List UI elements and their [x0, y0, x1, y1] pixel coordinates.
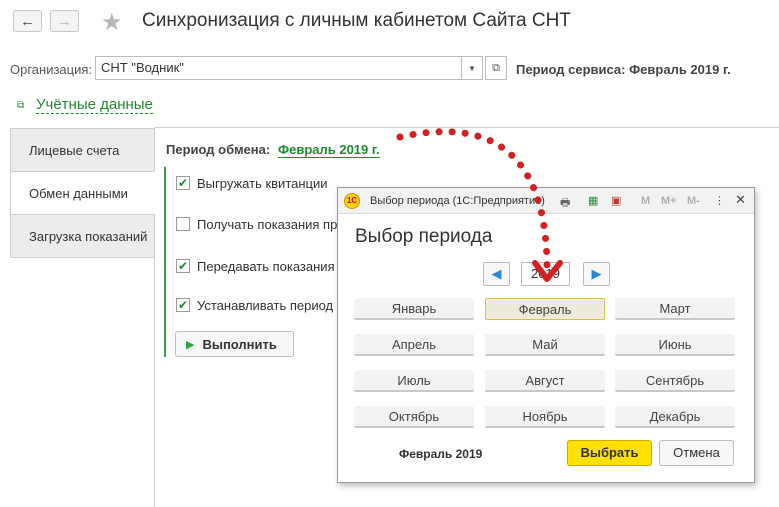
period-dialog: 1С Выбор периода (1С:Предприятие) 🖶 ▦ ▣ …: [337, 187, 755, 483]
checkbox-label: Получать показания пр: [197, 217, 338, 232]
favorite-star-icon[interactable]: ★: [101, 8, 123, 37]
exchange-period-link[interactable]: Февраль 2019 г.: [278, 142, 380, 158]
open-window-icon: ⧉: [492, 61, 500, 74]
arrow-right-icon: →: [57, 12, 72, 30]
menu-icon[interactable]: ⋮: [714, 194, 725, 207]
tab-panel-border: [155, 127, 779, 128]
arrow-left-icon: ←: [20, 12, 35, 30]
checkbox-label: Передавать показания: [197, 259, 335, 274]
tab-label: Загрузка показаний: [29, 229, 148, 244]
cancel-button[interactable]: Отмена: [659, 440, 734, 466]
previous-year-button[interactable]: ◀: [483, 262, 510, 286]
arrow-left-icon: ◀: [491, 266, 502, 281]
close-icon[interactable]: ✕: [735, 192, 746, 208]
checkbox-receive-readings[interactable]: [176, 217, 190, 231]
dialog-heading: Выбор периода: [355, 226, 493, 247]
memory-minus-button[interactable]: M-: [687, 195, 700, 207]
organization-field[interactable]: СНТ "Водник": [95, 56, 462, 80]
month-button[interactable]: Ноябрь: [485, 406, 605, 428]
organization-label: Организация:: [10, 62, 93, 77]
run-button[interactable]: ▶ Выполнить: [175, 331, 294, 357]
print-icon[interactable]: 🖶: [560, 194, 570, 213]
chevron-down-icon: ▼: [468, 63, 476, 73]
period-service-label: Период сервиса: Февраль 2019 г.: [516, 62, 731, 77]
credentials-link[interactable]: Учётные данные: [36, 96, 153, 114]
checkbox-set-period[interactable]: ✔: [176, 298, 190, 312]
page-title: Синхронизация с личным кабинетом Сайта С…: [142, 10, 571, 31]
calculator-icon[interactable]: ▦: [588, 194, 598, 207]
month-button[interactable]: Апрель: [354, 334, 474, 356]
month-button[interactable]: Июль: [354, 370, 474, 392]
organization-open-button[interactable]: ⧉: [485, 56, 507, 80]
checkbox-upload-receipts[interactable]: ✔: [176, 176, 190, 190]
tab-readings-upload[interactable]: Загрузка показаний: [10, 214, 155, 258]
checkmark-icon: ✔: [177, 298, 189, 312]
month-button[interactable]: Декабрь: [615, 406, 735, 428]
calendar-icon[interactable]: ▣: [611, 194, 621, 207]
checkbox-send-readings[interactable]: ✔: [176, 259, 190, 273]
month-button[interactable]: Июнь: [615, 334, 735, 356]
checkbox-label: Устанавливать период: [197, 298, 334, 313]
open-link-icon: ⧉: [17, 100, 25, 111]
month-button[interactable]: Январь: [354, 298, 474, 320]
tab-accounts[interactable]: Лицевые счета: [10, 128, 155, 172]
checkmark-icon: ✔: [177, 176, 189, 190]
tab-data-exchange[interactable]: Обмен данными: [10, 171, 155, 215]
next-year-button[interactable]: ▶: [583, 262, 610, 286]
1c-logo-icon: 1С: [344, 193, 360, 209]
month-button[interactable]: Август: [485, 370, 605, 392]
arrow-right-icon: ▶: [591, 266, 602, 281]
month-button[interactable]: Май: [485, 334, 605, 356]
year-field[interactable]: 2019: [521, 262, 570, 286]
memory-plus-button[interactable]: M+: [661, 195, 677, 207]
tab-label: Обмен данными: [29, 186, 128, 201]
memory-m-button[interactable]: M: [641, 195, 650, 207]
run-button-label: Выполнить: [202, 336, 277, 352]
play-icon: ▶: [186, 338, 195, 351]
organization-dropdown-button[interactable]: ▼: [461, 56, 483, 80]
checkbox-label: Выгружать квитанции: [197, 176, 328, 191]
back-button[interactable]: ←: [13, 10, 42, 32]
select-button[interactable]: Выбрать: [567, 440, 652, 466]
exchange-period-label: Период обмена:: [166, 142, 271, 157]
group-marker: [164, 167, 166, 357]
dialog-caption: Выбор периода (1С:Предприятие): [370, 195, 545, 207]
forward-button[interactable]: →: [50, 10, 79, 32]
dialog-titlebar: 1С Выбор периода (1С:Предприятие) 🖶 ▦ ▣ …: [338, 188, 754, 214]
month-button[interactable]: Февраль: [485, 298, 605, 320]
selected-period-text: Февраль 2019: [399, 447, 483, 461]
tab-label: Лицевые счета: [29, 143, 120, 158]
month-button[interactable]: Октябрь: [354, 406, 474, 428]
month-button[interactable]: Март: [615, 298, 735, 320]
checkmark-icon: ✔: [177, 259, 189, 273]
month-button[interactable]: Сентябрь: [615, 370, 735, 392]
